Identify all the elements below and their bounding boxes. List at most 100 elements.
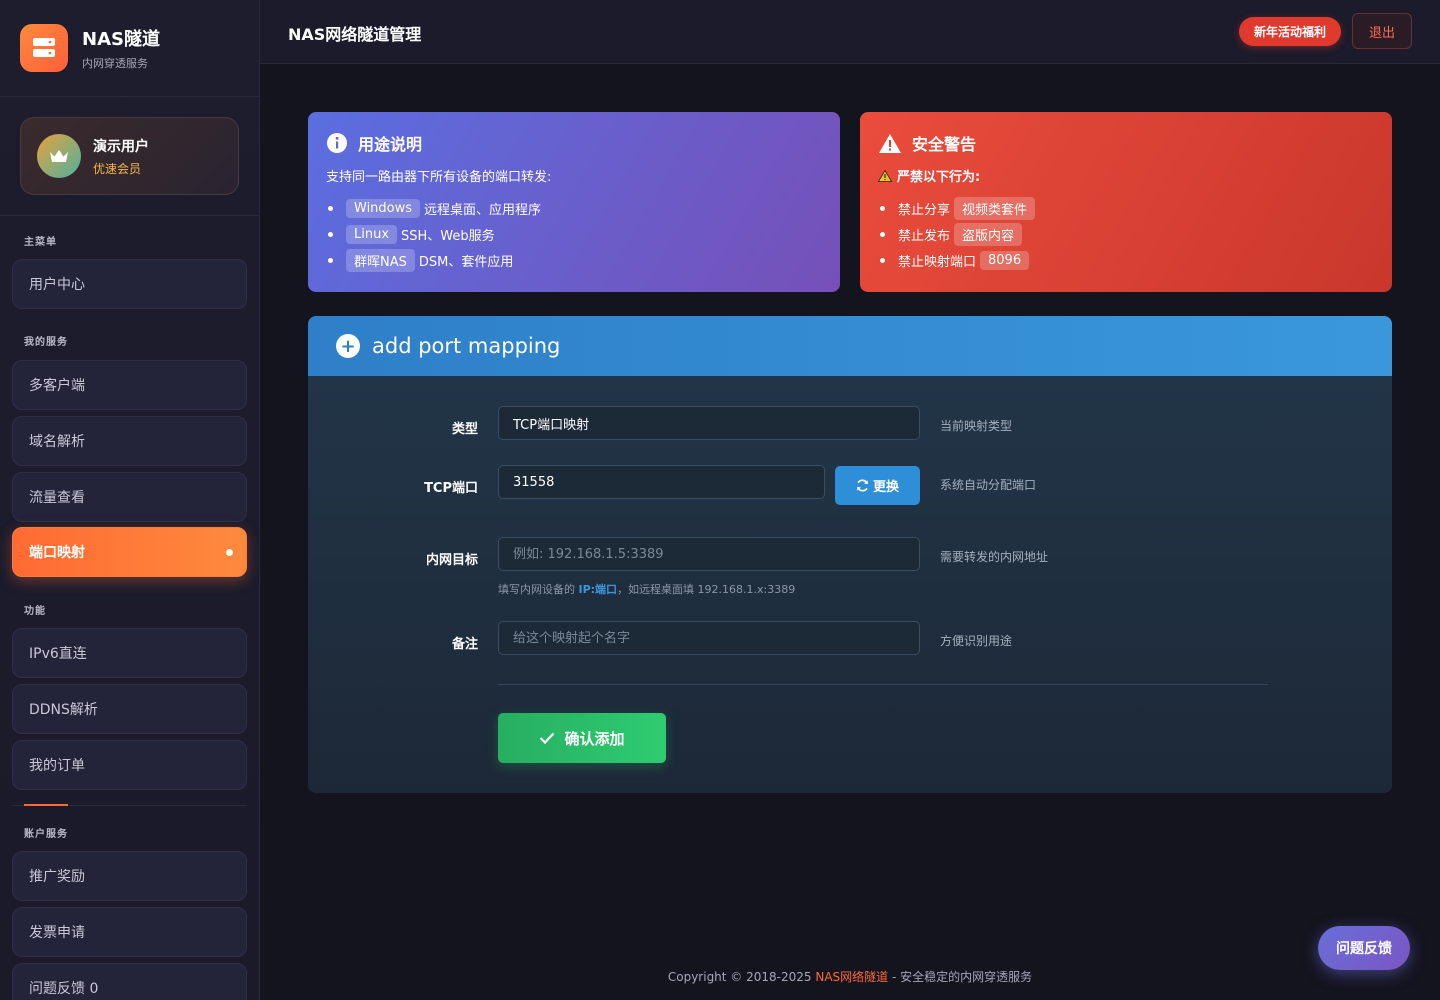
- purpose-list: Windows 远程桌面、应用程序 Linux SSH、Web服务 群晖NAS …: [326, 195, 822, 273]
- warning-small-icon: [878, 169, 892, 182]
- type-field[interactable]: [498, 406, 920, 440]
- os-tag: 群晖NAS: [346, 248, 415, 272]
- sidebar-item-feedback[interactable]: 问题反馈 0: [12, 963, 247, 1000]
- bullet: [328, 205, 333, 211]
- sidebar: NAS隧道 内网穿透服务 演示用户 优速会员 主菜单 用户中心 我的服务 多客户…: [0, 0, 260, 1000]
- note-label: 备注: [451, 637, 478, 652]
- section-title-functions: 功能: [24, 606, 46, 617]
- port-hint: 系统自动分配端口: [940, 478, 1037, 492]
- user-card[interactable]: 演示用户 优速会员: [20, 117, 239, 195]
- forbidden-tag: 盗版内容: [954, 222, 1023, 246]
- panel-title: add port mapping: [372, 334, 561, 358]
- target-help: 填写内网设备的 IP:端口，如远程桌面填 192.168.1.x:3389: [498, 581, 795, 597]
- page-title: NAS网络隧道管理: [288, 25, 422, 44]
- brand: NAS隧道 内网穿透服务: [0, 0, 259, 97]
- type-hint: 当前映射类型: [940, 419, 1013, 433]
- target-help-suffix: ，如远程桌面填 192.168.1.x:3389: [617, 583, 796, 596]
- list-item-text: DSM、套件应用: [418, 254, 514, 270]
- user-level: 优速会员: [93, 161, 142, 176]
- bullet: [328, 231, 333, 237]
- footer-prefix: Copyright © 2018-2025: [667, 970, 816, 984]
- check-icon: [539, 732, 555, 744]
- active-indicator: [226, 549, 233, 556]
- sidebar-item-domain[interactable]: 域名解析: [12, 416, 247, 466]
- warning-icon: [878, 133, 902, 154]
- info-icon: [326, 132, 348, 154]
- sidebar-item-orders[interactable]: 我的订单: [12, 740, 247, 790]
- warning-desc-text: 严禁以下行为:: [897, 170, 981, 185]
- note-input[interactable]: [498, 621, 920, 655]
- sidebar-item-port-mapping[interactable]: 端口映射: [12, 527, 247, 577]
- refresh-port-button[interactable]: 更换: [835, 466, 920, 505]
- top-header: NAS网络隧道管理 新年活动福利 退出: [260, 0, 1440, 64]
- accent-bar: [24, 804, 68, 806]
- section-title-main: 主菜单: [24, 237, 57, 248]
- note-hint: 方便识别用途: [940, 634, 1013, 648]
- server-icon: [20, 24, 68, 72]
- sidebar-item-multi-client[interactable]: 多客户端: [12, 360, 247, 410]
- bullet: [880, 231, 885, 237]
- footer-suffix: - 安全稳定的内网穿透服务: [888, 970, 1033, 984]
- sidebar-item-ipv6[interactable]: IPv6直连: [12, 628, 247, 678]
- submit-label: 确认添加: [564, 729, 625, 748]
- bullet: [880, 205, 885, 211]
- footer: Copyright © 2018-2025 NAS网络隧道 - 安全稳定的内网穿…: [260, 968, 1440, 985]
- list-item: 禁止映射端口 8096: [878, 247, 1374, 273]
- sidebar-item-label: 端口映射: [29, 545, 85, 561]
- form-divider: [498, 684, 1268, 685]
- panel-header: + add port mapping: [308, 316, 1392, 376]
- section-title-services: 我的服务: [24, 337, 68, 348]
- target-help-prefix: 填写内网设备的: [498, 583, 579, 596]
- crown-icon: [37, 134, 81, 178]
- brand-title: NAS隧道: [82, 29, 160, 50]
- list-item-text: SSH、Web服务: [401, 228, 495, 244]
- refresh-icon: [856, 479, 869, 492]
- list-item-text: 远程桌面、应用程序: [424, 202, 542, 218]
- divider: [0, 215, 259, 216]
- target-label: 内网目标: [425, 553, 478, 568]
- os-tag: Windows: [346, 198, 421, 218]
- forbidden-tag: 视频类套件: [954, 196, 1036, 220]
- target-input[interactable]: [498, 537, 920, 571]
- section-title-account: 账户服务: [24, 829, 68, 840]
- list-item-text: 禁止分享: [898, 202, 951, 218]
- refresh-label: 更换: [872, 480, 899, 495]
- target-hint: 需要转发的内网地址: [940, 550, 1049, 564]
- sidebar-item-ddns[interactable]: DDNS解析: [12, 684, 247, 734]
- list-item: 禁止发布 盗版内容: [878, 221, 1374, 247]
- purpose-card-title: 用途说明: [358, 135, 423, 154]
- plus-icon: +: [336, 334, 360, 358]
- os-tag: Linux: [346, 224, 398, 244]
- list-item-text: 禁止映射端口: [898, 254, 977, 270]
- port-field[interactable]: [498, 465, 825, 499]
- submit-button[interactable]: 确认添加: [498, 713, 666, 763]
- logout-button[interactable]: 退出: [1352, 13, 1412, 49]
- warning-card: 安全警告 严禁以下行为: 禁止分享 视频类套件 禁止发布 盗版内容 禁止映射端口…: [860, 112, 1392, 292]
- bullet: [328, 257, 333, 263]
- list-item: Linux SSH、Web服务: [326, 221, 822, 247]
- footer-brand-link[interactable]: NAS网络隧道: [815, 970, 888, 984]
- target-help-highlight: IP:端口: [578, 583, 618, 596]
- purpose-card-desc: 支持同一路由器下所有设备的端口转发:: [326, 170, 552, 185]
- list-item: 禁止分享 视频类套件: [878, 195, 1374, 221]
- sidebar-item-user-center[interactable]: 用户中心: [12, 259, 247, 309]
- user-name: 演示用户: [93, 138, 149, 155]
- purpose-card: 用途说明 支持同一路由器下所有设备的端口转发: Windows 远程桌面、应用程…: [308, 112, 840, 292]
- type-label: 类型: [451, 422, 478, 437]
- promo-button[interactable]: 新年活动福利: [1239, 17, 1341, 46]
- list-item: 群晖NAS DSM、套件应用: [326, 247, 822, 273]
- feedback-button[interactable]: 问题反馈: [1318, 926, 1410, 970]
- port-label: TCP端口: [424, 481, 478, 496]
- warning-card-title: 安全警告: [912, 135, 977, 154]
- warning-card-desc: 严禁以下行为:: [878, 166, 1374, 185]
- sidebar-item-invoice[interactable]: 发票申请: [12, 907, 247, 957]
- sidebar-item-referral[interactable]: 推广奖励: [12, 851, 247, 901]
- warning-list: 禁止分享 视频类套件 禁止发布 盗版内容 禁止映射端口 8096: [878, 195, 1374, 273]
- forbidden-tag: 8096: [980, 250, 1030, 270]
- add-mapping-panel: + add port mapping 类型 当前映射类型 TCP端口 更换 系统…: [308, 316, 1392, 793]
- sidebar-item-traffic[interactable]: 流量查看: [12, 472, 247, 522]
- brand-subtitle: 内网穿透服务: [82, 57, 148, 70]
- list-item: Windows 远程桌面、应用程序: [326, 195, 822, 221]
- bullet: [880, 257, 885, 263]
- list-item-text: 禁止发布: [898, 228, 951, 244]
